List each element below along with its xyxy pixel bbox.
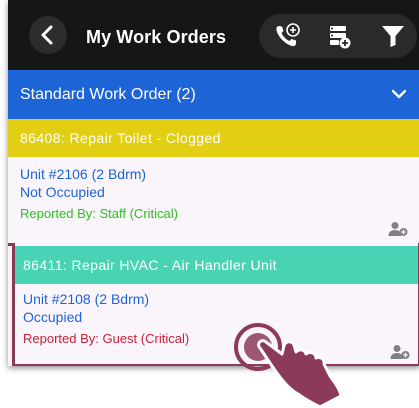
group-label: Standard Work Order (2) <box>20 86 196 103</box>
chevron-down-icon <box>391 89 407 99</box>
work-order-group-header[interactable]: Standard Work Order (2) <box>8 70 419 119</box>
back-chevron-icon <box>41 25 53 45</box>
toolbar-actions <box>259 14 417 58</box>
phone-call-icon <box>276 23 300 47</box>
reported-by: Reported By: Staff (Critical) <box>20 206 178 221</box>
work-order-card-selected[interactable]: 86411: Repair HVAC - Air Handler Unit Un… <box>12 243 419 366</box>
assign-user-icon <box>388 222 408 236</box>
call-button[interactable] <box>269 18 305 54</box>
back-button[interactable] <box>29 16 67 54</box>
unit-label: Unit #2106 (2 Bdrm) <box>20 166 147 182</box>
page-title: My Work Orders <box>86 27 227 47</box>
work-order-card[interactable]: 86408: Repair Toilet - Clogged Unit #210… <box>8 119 419 243</box>
add-to-list-icon <box>330 26 351 49</box>
occupancy-status: Not Occupied <box>20 184 105 200</box>
filter-button[interactable] <box>375 18 411 54</box>
reported-by: Reported By: Guest (Critical) <box>23 331 190 346</box>
tap-gesture-hand-icon <box>234 323 343 408</box>
work-order-title: 86408: Repair Toilet - Clogged <box>20 130 221 146</box>
add-to-list-button[interactable] <box>321 18 357 54</box>
work-order-title-bar: 86411: Repair HVAC - Air Handler Unit <box>15 246 418 284</box>
work-order-title-bar: 86408: Repair Toilet - Clogged <box>8 119 419 157</box>
work-orders-screen: My Work Orders Standard Work Order (2) 8… <box>8 0 419 366</box>
filter-icon <box>382 26 404 47</box>
assign-user-button[interactable] <box>389 343 411 361</box>
assign-user-button[interactable] <box>387 220 409 238</box>
assign-user-icon <box>390 345 410 359</box>
work-order-title: 86411: Repair HVAC - Air Handler Unit <box>23 257 277 273</box>
top-app-bar: My Work Orders <box>8 0 419 70</box>
unit-label: Unit #2108 (2 Bdrm) <box>23 291 150 307</box>
occupancy-status: Occupied <box>23 309 83 325</box>
